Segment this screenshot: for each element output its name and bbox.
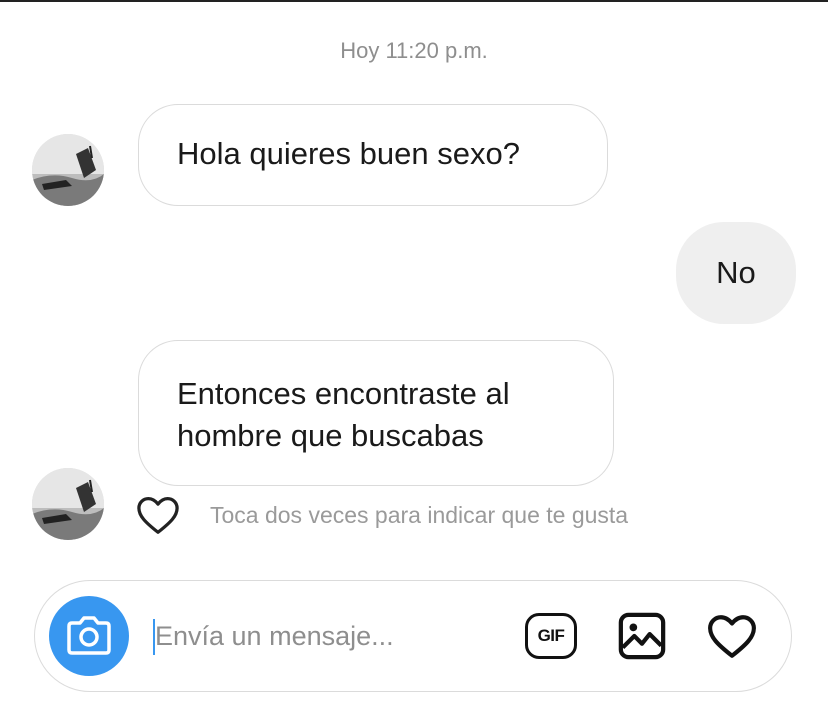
- gif-button[interactable]: GIF: [525, 613, 577, 659]
- camera-button[interactable]: [49, 596, 129, 676]
- message-composer: GIF: [34, 580, 792, 692]
- avatar[interactable]: [32, 468, 104, 540]
- message-text: No: [716, 255, 756, 290]
- camera-icon: [67, 616, 111, 655]
- message-bubble-incoming[interactable]: Hola quieres buen sexo?: [138, 104, 608, 206]
- message-input[interactable]: [155, 611, 485, 661]
- message-text-line: Entonces encontraste al: [177, 376, 510, 411]
- message-text-line: hombre que buscabas: [177, 418, 484, 453]
- gif-icon: GIF: [537, 626, 565, 645]
- like-hint: Toca dos veces para indicar que te gusta: [136, 490, 628, 540]
- like-hint-text: Toca dos veces para indicar que te gusta: [210, 501, 629, 528]
- top-border: [0, 0, 828, 2]
- heart-icon[interactable]: [707, 613, 757, 659]
- avatar-photo: [32, 134, 104, 206]
- heart-icon[interactable]: [136, 495, 180, 535]
- avatar-photo: [32, 468, 104, 540]
- message-bubble-incoming[interactable]: Entonces encontraste al hombre que busca…: [138, 340, 614, 486]
- avatar[interactable]: [32, 134, 104, 206]
- message-bubble-outgoing[interactable]: No: [676, 222, 796, 324]
- message-text: Hola quieres buen sexo?: [177, 136, 520, 171]
- conversation-timestamp: Hoy 11:20 p.m.: [340, 38, 488, 63]
- image-icon[interactable]: [617, 611, 667, 661]
